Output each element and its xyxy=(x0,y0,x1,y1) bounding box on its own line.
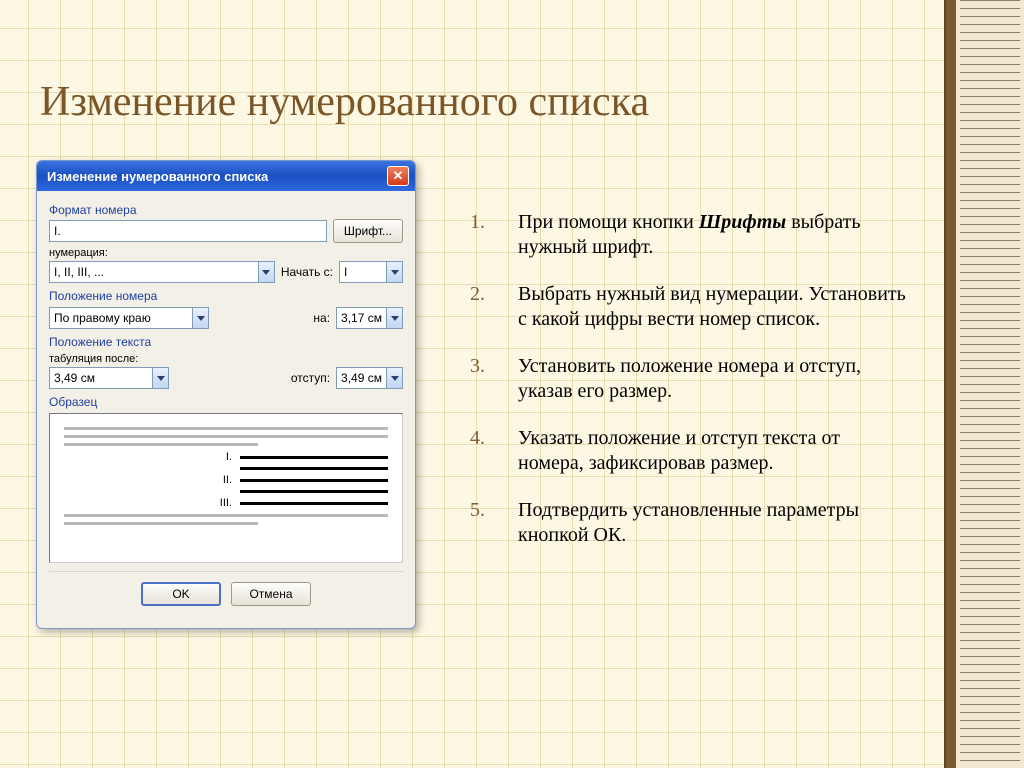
dialog-title: Изменение нумерованного списка xyxy=(47,169,268,184)
chevron-down-icon xyxy=(192,308,208,328)
list-item: 4. Указать положение и отступ текста от … xyxy=(470,426,910,476)
list-number: 2. xyxy=(470,282,518,332)
list-text: Установить положение номера и отступ, ук… xyxy=(518,354,910,404)
list-item: 1. При помощи кнопки Шрифты выбрать нужн… xyxy=(470,210,910,260)
preview-pane: I. II. III. xyxy=(49,413,403,563)
list-text: Указать положение и отступ текста от ном… xyxy=(518,426,910,476)
chevron-down-icon xyxy=(386,368,402,388)
tab-after-value: 3,49 см xyxy=(50,368,152,388)
numbered-list-dialog: Изменение нумерованного списка ✕ Формат … xyxy=(36,160,416,629)
list-number: 1. xyxy=(470,210,518,260)
alignment-select[interactable]: По правому краю xyxy=(49,307,209,329)
start-at-value: I xyxy=(340,262,386,282)
numbering-label: нумерация: xyxy=(49,247,403,259)
indent-value: 3,49 см xyxy=(337,368,386,388)
list-text: Выбрать нужный вид нумерации. Установить… xyxy=(518,282,910,332)
number-format-value: I. xyxy=(54,224,61,238)
instructions-list: 1. При помощи кнопки Шрифты выбрать нужн… xyxy=(470,210,910,570)
group-number-position: Положение номера xyxy=(49,289,403,303)
close-icon: ✕ xyxy=(393,168,404,184)
indent-label: отступ: xyxy=(291,371,330,385)
chevron-down-icon xyxy=(152,368,168,388)
number-format-input[interactable]: I. xyxy=(49,220,327,242)
numbering-style-value: I, II, III, ... xyxy=(50,262,258,282)
group-sample: Образец xyxy=(49,395,403,409)
group-text-position: Положение текста xyxy=(49,335,403,349)
position-at-value: 3,17 см xyxy=(337,308,386,328)
list-number: 4. xyxy=(470,426,518,476)
list-item: 2. Выбрать нужный вид нумерации. Установ… xyxy=(470,282,910,332)
start-at-label: Начать с: xyxy=(281,265,333,279)
ruler-decoration xyxy=(944,0,1024,768)
tab-after-spinner[interactable]: 3,49 см xyxy=(49,367,169,389)
list-number: 5. xyxy=(470,498,518,548)
tab-after-label: табуляция после: xyxy=(49,353,403,365)
chevron-down-icon xyxy=(386,262,402,282)
alignment-value: По правому краю xyxy=(50,308,192,328)
list-text: Подтвердить установленные параметры кноп… xyxy=(518,498,910,548)
dialog-footer: OK Отмена xyxy=(49,571,403,618)
list-item: 5. Подтвердить установленные параметры к… xyxy=(470,498,910,548)
list-text: При помощи кнопки Шрифты выбрать нужный … xyxy=(518,210,910,260)
numbering-style-select[interactable]: I, II, III, ... xyxy=(49,261,275,283)
start-at-spinner[interactable]: I xyxy=(339,261,403,283)
position-at-spinner[interactable]: 3,17 см xyxy=(336,307,403,329)
group-number-format: Формат номера xyxy=(49,203,403,217)
list-number: 3. xyxy=(470,354,518,404)
close-button[interactable]: ✕ xyxy=(387,166,409,186)
chevron-down-icon xyxy=(386,308,402,328)
page-title: Изменение нумерованного списка xyxy=(40,78,649,126)
ok-button[interactable]: OK xyxy=(141,582,221,606)
font-button[interactable]: Шрифт... xyxy=(333,219,403,243)
dialog-body: Формат номера I. Шрифт... нумерация: I, … xyxy=(37,191,415,628)
dialog-titlebar[interactable]: Изменение нумерованного списка ✕ xyxy=(37,161,415,191)
indent-spinner[interactable]: 3,49 см xyxy=(336,367,403,389)
chevron-down-icon xyxy=(258,262,274,282)
list-item: 3. Установить положение номера и отступ,… xyxy=(470,354,910,404)
at-label: на: xyxy=(313,311,330,325)
cancel-button[interactable]: Отмена xyxy=(231,582,311,606)
